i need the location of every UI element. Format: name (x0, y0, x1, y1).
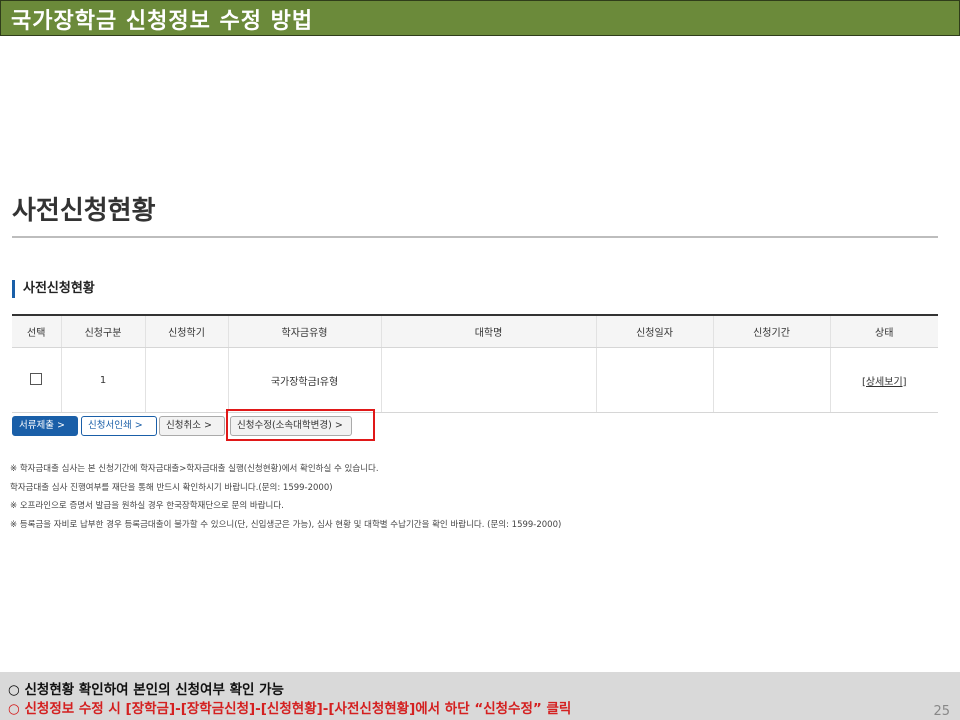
select-cell (12, 347, 62, 413)
notice-item: 학자금대출 심사 진행여부를 재단을 통해 반드시 확인하시기 바랍니다.(문의… (10, 482, 333, 493)
column-header-period: 신청기간 (712, 314, 831, 348)
period-cell (712, 347, 831, 413)
section-title: 사전신청현황 (12, 280, 95, 298)
column-header-category: 신청구분 (60, 314, 146, 348)
heading-divider (12, 236, 938, 238)
category-cell: 1 (60, 347, 146, 413)
type-cell: 국가장학금I유형 (227, 347, 382, 413)
page-heading: 사전신청현황 (12, 196, 156, 226)
column-header-status: 상태 (829, 314, 938, 348)
column-header-semester: 신청학기 (144, 314, 229, 348)
notice-item: ※ 학자금대출 심사는 본 신청기간에 학자금대출>학자금대출 실행(신청현황)… (10, 464, 379, 474)
pre-application-status-table: 선택 신청구분 신청학기 학자금유형 대학명 신청일자 신청기간 상태 1 국가… (12, 314, 938, 413)
slide-footer: ○ 신청현황 확인하여 본인의 신청여부 확인 가능 ○ 신청정보 수정 시 [… (0, 672, 960, 720)
semester-cell (144, 347, 229, 413)
print-application-button[interactable]: 신청서인쇄 > (81, 416, 157, 436)
slide-title-bar: 국가장학금 신청정보 수정 방법 (0, 0, 960, 36)
slide-title: 국가장학금 신청정보 수정 방법 (11, 9, 314, 34)
university-cell (380, 347, 597, 413)
footer-note-check-status: ○ 신청현황 확인하여 본인의 신청여부 확인 가능 (8, 682, 284, 698)
table-header-row: 선택 신청구분 신청학기 학자금유형 대학명 신청일자 신청기간 상태 (12, 314, 938, 348)
row-select-checkbox[interactable] (30, 372, 43, 385)
date-cell (595, 347, 714, 413)
edit-button-highlight (226, 409, 375, 441)
submit-documents-button[interactable]: 서류제출 > (12, 416, 78, 436)
notice-list: ※ 학자금대출 심사는 본 신청기간에 학자금대출>학자금대출 실행(신청현황)… (10, 460, 561, 534)
cancel-application-button[interactable]: 신청취소 > (159, 416, 225, 436)
column-header-type: 학자금유형 (227, 314, 382, 348)
column-header-university: 대학명 (380, 314, 597, 348)
column-header-select: 선택 (12, 314, 62, 348)
column-header-date: 신청일자 (595, 314, 714, 348)
table-row: 1 국가장학금I유형 [상세보기] (12, 347, 938, 413)
notice-item: ※ 등록금을 자비로 납부한 경우 등록금대출이 불가할 수 있으니(단, 신입… (10, 519, 562, 530)
detail-view-link[interactable]: [상세보기] (862, 377, 907, 388)
notice-item: ※ 오프라인으로 증명서 발급을 원하실 경우 한국장학재단으로 문의 바랍니다… (10, 501, 284, 511)
page-number: 25 (933, 704, 950, 719)
footer-note-edit-instructions: ○ 신청정보 수정 시 [장학금]-[장학금신청]-[신청현황]-[사전신청현황… (8, 701, 572, 717)
status-cell: [상세보기] (829, 347, 938, 413)
